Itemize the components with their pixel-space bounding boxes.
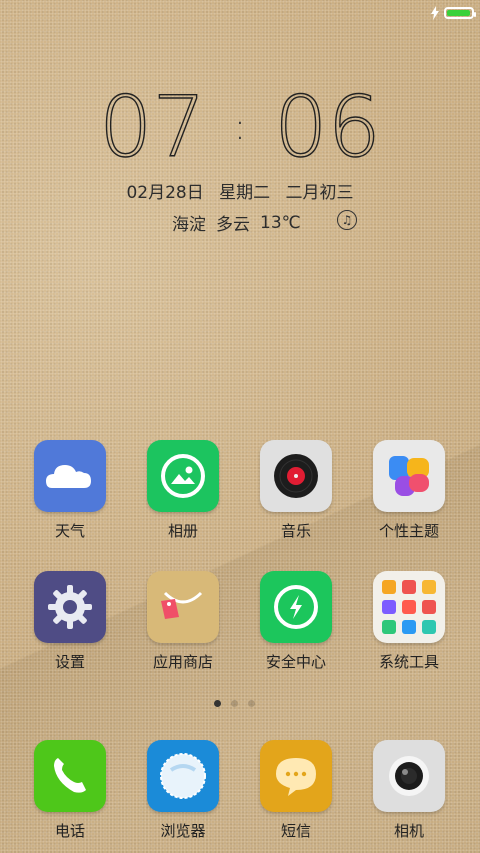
app-label: 浏览器 bbox=[160, 822, 206, 840]
weather-city: 海淀 bbox=[172, 215, 206, 235]
clock-minute: 06 bbox=[273, 77, 381, 176]
message-icon bbox=[260, 740, 332, 812]
weather-condition: 多云 bbox=[216, 215, 250, 235]
battery-icon bbox=[444, 7, 476, 19]
clock-separator: : bbox=[233, 106, 247, 148]
app-gallery[interactable]: 相册 bbox=[128, 440, 238, 541]
date-weekday: 星期二 bbox=[219, 183, 271, 203]
app-label: 天气 bbox=[54, 522, 85, 540]
app-label: 设置 bbox=[54, 653, 85, 671]
app-weather[interactable]: 天气 bbox=[15, 440, 125, 541]
app-messages[interactable]: 短信 bbox=[241, 740, 351, 841]
app-label: 相机 bbox=[393, 822, 424, 840]
app-music[interactable]: 音乐 bbox=[241, 440, 351, 541]
app-settings[interactable]: 设置 bbox=[15, 571, 125, 672]
date-day: 02月28日 bbox=[126, 183, 204, 203]
gallery-icon bbox=[147, 440, 219, 512]
camera-icon bbox=[373, 740, 445, 812]
app-label: 电话 bbox=[54, 822, 85, 840]
page-indicator[interactable] bbox=[214, 700, 255, 707]
app-themes[interactable]: 个性主题 bbox=[354, 440, 464, 541]
date-lunar: 二月初三 bbox=[285, 183, 354, 203]
app-phone[interactable]: 电话 bbox=[15, 740, 125, 841]
theme-icon bbox=[373, 440, 445, 512]
cloud-icon bbox=[34, 440, 106, 512]
folder-icon bbox=[373, 571, 445, 643]
shopping-bag-icon bbox=[147, 571, 219, 643]
app-label: 短信 bbox=[280, 822, 311, 840]
app-label: 相册 bbox=[167, 522, 198, 540]
gear-icon bbox=[34, 571, 106, 643]
app-label: 应用商店 bbox=[152, 653, 213, 671]
clock-hour: 07 bbox=[98, 77, 206, 176]
clock-widget[interactable]: 07 : 06 bbox=[0, 77, 480, 176]
music-note-icon[interactable]: ♫ bbox=[337, 210, 357, 230]
shield-bolt-icon bbox=[260, 571, 332, 643]
vinyl-record-icon bbox=[260, 440, 332, 512]
date-line: 02月28日 星期二 二月初三 bbox=[0, 178, 480, 203]
app-label: 安全中心 bbox=[265, 653, 326, 671]
app-security[interactable]: 安全中心 bbox=[241, 571, 351, 672]
status-bar bbox=[430, 4, 476, 22]
app-label: 音乐 bbox=[280, 522, 311, 540]
page-dot-active[interactable] bbox=[214, 700, 221, 707]
weather-line[interactable]: 海淀 多云 13℃ bbox=[172, 210, 301, 236]
app-camera[interactable]: 相机 bbox=[354, 740, 464, 841]
app-browser[interactable]: 浏览器 bbox=[128, 740, 238, 841]
app-label: 系统工具 bbox=[378, 653, 439, 671]
charging-icon bbox=[431, 6, 439, 20]
page-dot[interactable] bbox=[248, 700, 255, 707]
weather-temp: 13℃ bbox=[260, 212, 301, 233]
page-dot[interactable] bbox=[231, 700, 238, 707]
phone-icon bbox=[34, 740, 106, 812]
app-store[interactable]: 应用商店 bbox=[128, 571, 238, 672]
app-label: 个性主题 bbox=[378, 522, 439, 540]
browser-icon bbox=[147, 740, 219, 812]
app-system-tools[interactable]: 系统工具 bbox=[354, 571, 464, 672]
